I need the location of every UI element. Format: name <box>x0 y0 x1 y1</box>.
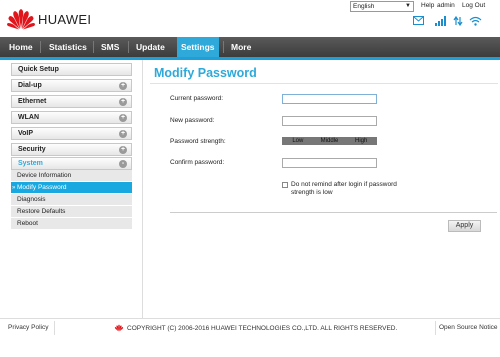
strength-high: High <box>355 138 368 144</box>
huawei-logo-small-icon <box>114 324 124 332</box>
language-select[interactable]: English ▼ <box>350 1 414 12</box>
new-password-input[interactable] <box>282 116 377 126</box>
sidebar-subitem-label: Diagnosis <box>17 196 46 203</box>
password-strength-label: Password strength: <box>170 138 226 145</box>
current-password-input[interactable] <box>282 94 377 104</box>
content-divider <box>142 60 143 318</box>
expand-icon[interactable]: + <box>119 146 127 154</box>
expand-icon[interactable]: + <box>119 130 127 138</box>
sidebar-subitem-label: Restore Defaults <box>17 208 66 215</box>
nav-sms[interactable]: SMS <box>101 37 119 57</box>
sidebar-item-label: Quick Setup <box>18 66 59 73</box>
sidebar-subitem-label: Modify Password <box>17 184 67 191</box>
sidebar-item-quick-setup[interactable]: Quick Setup <box>11 63 132 76</box>
main-nav: Home Statistics SMS Update Settings More <box>0 37 500 57</box>
footer-divider <box>0 318 500 319</box>
footer-separator <box>54 321 55 335</box>
nav-divider <box>128 41 129 53</box>
new-password-label: New password: <box>170 117 215 124</box>
sidebar-subitem-diagnosis[interactable]: Diagnosis <box>11 194 132 206</box>
sidebar-item-label: Dial-up <box>18 82 42 89</box>
nav-settings[interactable]: Settings <box>177 37 219 57</box>
username-label: admin <box>437 2 455 9</box>
sidebar-item-system[interactable]: System - <box>11 157 132 170</box>
password-strength-meter: Low Middle High <box>282 137 377 145</box>
sidebar-item-label: Ethernet <box>18 98 47 105</box>
do-not-remind-checkbox[interactable] <box>282 182 288 188</box>
page-title: Modify Password <box>154 66 257 80</box>
nav-divider <box>93 41 94 53</box>
nav-divider <box>40 41 41 53</box>
form-divider <box>170 212 497 213</box>
nav-more[interactable]: More <box>231 37 251 57</box>
sidebar-item-label: VoIP <box>18 130 34 137</box>
do-not-remind-label: Do not remind after login if password st… <box>291 181 397 196</box>
sidebar-subitem-modify-password[interactable]: » Modify Password <box>11 182 132 194</box>
title-divider <box>150 83 498 84</box>
wifi-icon <box>469 16 482 26</box>
sidebar-item-dial-up[interactable]: Dial-up + <box>11 79 132 92</box>
nav-accent-bar <box>0 57 500 60</box>
open-source-notice-link[interactable]: Open Source Notice <box>439 324 498 331</box>
nav-divider <box>223 41 224 53</box>
expand-icon[interactable]: + <box>119 98 127 106</box>
signal-strength-icon <box>435 16 446 26</box>
brand-name: HUAWEI <box>38 12 92 27</box>
sidebar-item-voip[interactable]: VoIP + <box>11 127 132 140</box>
confirm-password-label: Confirm password: <box>170 159 225 166</box>
sidebar-subitem-label: Device Information <box>17 172 72 179</box>
nav-statistics[interactable]: Statistics <box>49 37 87 57</box>
sidebar-item-security[interactable]: Security + <box>11 143 132 156</box>
apply-button[interactable]: Apply <box>448 220 481 232</box>
header: HUAWEI English ▼ Help admin Log Out <box>0 0 500 36</box>
sidebar-item-wlan[interactable]: WLAN + <box>11 111 132 124</box>
huawei-logo-icon <box>7 9 35 30</box>
footer-separator <box>435 321 436 335</box>
strength-middle: Middle <box>320 138 339 144</box>
sidebar-subitem-device-information[interactable]: Device Information <box>11 170 132 182</box>
sidebar-item-label: System <box>18 160 43 167</box>
expand-icon[interactable]: + <box>119 82 127 90</box>
sidebar-subitem-label: Reboot <box>17 220 38 227</box>
language-value: English <box>353 3 375 10</box>
nav-update[interactable]: Update <box>136 37 165 57</box>
strength-low: Low <box>292 138 304 144</box>
help-link[interactable]: Help <box>421 2 434 9</box>
copyright-text: COPYRIGHT (C) 2006-2016 HUAWEI TECHNOLOG… <box>127 325 398 332</box>
sidebar-subitem-reboot[interactable]: Reboot <box>11 218 132 230</box>
sidebar-subitem-restore-defaults[interactable]: Restore Defaults <box>11 206 132 218</box>
active-bullet-icon: » <box>12 185 16 191</box>
current-password-label: Current password: <box>170 95 224 102</box>
sidebar-item-ethernet[interactable]: Ethernet + <box>11 95 132 108</box>
confirm-password-input[interactable] <box>282 158 377 168</box>
sms-envelope-icon[interactable] <box>413 16 424 25</box>
collapse-icon[interactable]: - <box>119 160 127 168</box>
sidebar-item-label: WLAN <box>18 114 39 121</box>
nav-home[interactable]: Home <box>9 37 33 57</box>
sidebar-item-label: Security <box>18 146 46 153</box>
data-transfer-icon <box>453 16 463 26</box>
chevron-down-icon: ▼ <box>405 3 411 9</box>
privacy-policy-link[interactable]: Privacy Policy <box>8 324 48 331</box>
expand-icon[interactable]: + <box>119 114 127 122</box>
logout-link[interactable]: Log Out <box>462 2 485 9</box>
